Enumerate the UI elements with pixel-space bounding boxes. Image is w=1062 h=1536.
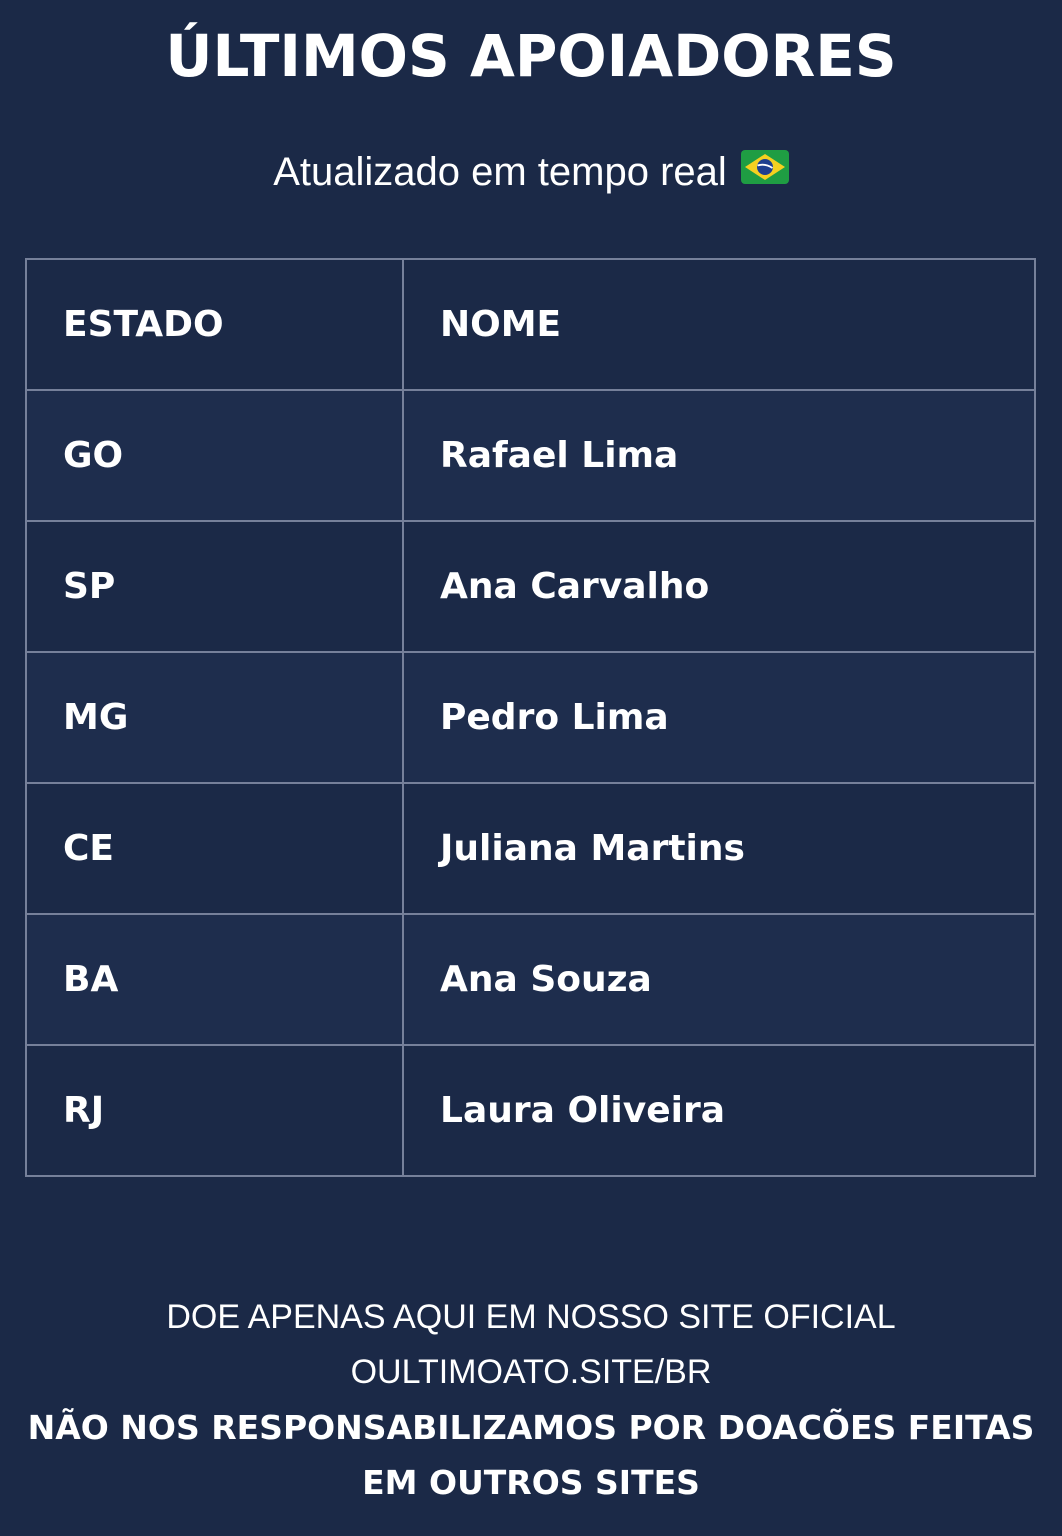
- subtitle: Atualizado em tempo real: [0, 142, 1062, 204]
- cell-estado: SP: [25, 520, 404, 653]
- supporters-table: ESTADO NOME GO Rafael Lima SP Ana Carval…: [25, 258, 1036, 1177]
- cell-nome: Laura Oliveira: [402, 1044, 1036, 1177]
- table-row: MG Pedro Lima: [25, 651, 1036, 784]
- brazil-flag-icon: [740, 141, 789, 201]
- cell-estado: GO: [25, 389, 404, 522]
- cell-nome: Rafael Lima: [402, 389, 1036, 522]
- page-title: ÚLTIMOS APOIADORES: [165, 22, 897, 90]
- cell-nome: Ana Souza: [402, 913, 1036, 1046]
- footer-disclaimer-line-2: EM OUTROS SITES: [362, 1463, 700, 1502]
- column-header-estado: ESTADO: [25, 258, 404, 391]
- table-header-row: ESTADO NOME: [25, 258, 1036, 391]
- cell-estado: BA: [25, 913, 404, 1046]
- cell-nome: Ana Carvalho: [402, 520, 1036, 653]
- table-row: BA Ana Souza: [25, 913, 1036, 1046]
- table-row: RJ Laura Oliveira: [25, 1044, 1036, 1177]
- cell-estado: RJ: [25, 1044, 404, 1177]
- cell-estado: CE: [25, 782, 404, 915]
- column-header-nome: NOME: [402, 258, 1036, 391]
- cell-estado: MG: [25, 651, 404, 784]
- table-row: CE Juliana Martins: [25, 782, 1036, 915]
- footer-site-url: OULTIMOATO.SITE/BR: [350, 1353, 712, 1391]
- table-row: GO Rafael Lima: [25, 389, 1036, 522]
- footer-official-site-text: DOE APENAS AQUI EM NOSSO SITE OFICIAL: [166, 1298, 896, 1336]
- subtitle-text: Atualizado em tempo real: [273, 150, 727, 194]
- footer-notice: DOE APENAS AQUI EM NOSSO SITE OFICIAL OU…: [0, 1290, 1062, 1510]
- footer-disclaimer-line-1: NÃO NOS RESPONSABILIZAMOS POR DOACÕES FE…: [27, 1408, 1035, 1447]
- cell-nome: Juliana Martins: [402, 782, 1036, 915]
- cell-nome: Pedro Lima: [402, 651, 1036, 784]
- table-row: SP Ana Carvalho: [25, 520, 1036, 653]
